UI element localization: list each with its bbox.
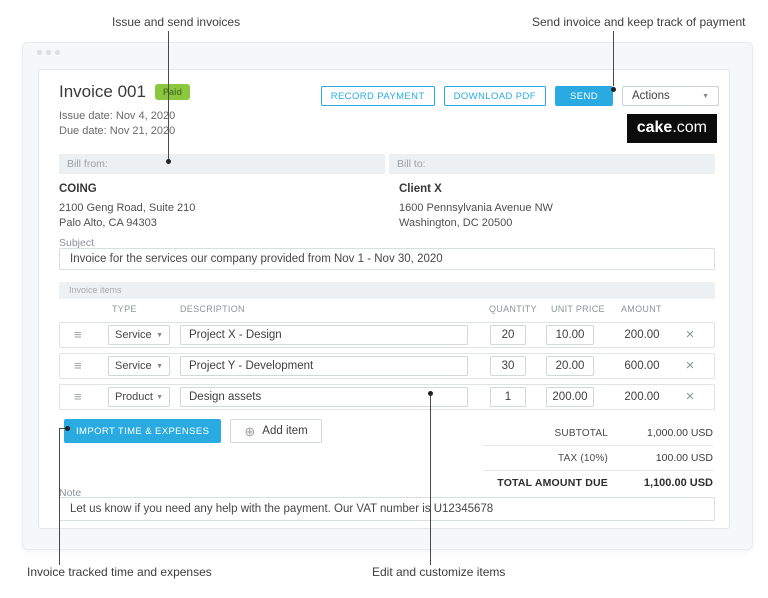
total-due-row: TOTAL AMOUNT DUE 1,100.00 USD — [483, 470, 713, 495]
annotation-line-tracked — [59, 428, 60, 565]
actions-dropdown-label: Actions — [632, 90, 670, 102]
annotation-dot-send — [611, 87, 616, 92]
annotation-tracked-time: Invoice tracked time and expenses — [27, 565, 212, 579]
subtotal-value: 1,000.00 USD — [647, 427, 713, 439]
bill-from-header: Bill from: — [59, 154, 385, 174]
invoice-dates: Issue date: Nov 4, 2020 Due date: Nov 21… — [59, 109, 175, 139]
annotation-dot-tracked — [65, 426, 70, 431]
annotation-line-issue — [168, 31, 169, 159]
item-unit-price-input[interactable]: 200.00 — [546, 387, 594, 407]
column-type: TYPE — [112, 304, 137, 314]
item-type-select[interactable]: Service ▼ — [108, 356, 170, 376]
due-date: Due date: Nov 21, 2020 — [59, 125, 176, 137]
item-type-value: Product — [115, 391, 153, 403]
delete-item-icon[interactable]: × — [682, 389, 698, 404]
logo-domain: .com — [672, 119, 707, 136]
item-amount: 600.00 — [624, 360, 660, 372]
page: Issue and send invoices Send invoice and… — [0, 0, 768, 598]
chevron-down-icon: ▼ — [702, 92, 709, 100]
item-amount: 200.00 — [624, 391, 660, 403]
invoice-header: Invoice 001 Paid — [59, 82, 190, 102]
item-type-value: Service — [115, 329, 152, 341]
window-controls — [37, 50, 60, 55]
item-quantity-input[interactable]: 1 — [490, 387, 526, 407]
item-type-value: Service — [115, 360, 152, 372]
app-window: Invoice 001 Paid Issue date: Nov 4, 2020… — [22, 42, 753, 550]
status-badge: Paid — [154, 84, 190, 100]
item-description-input[interactable]: Project Y - Development — [180, 356, 468, 376]
drag-handle-icon[interactable]: ≡ — [74, 359, 90, 372]
items-actions: IMPORT TIME & EXPENSES ⊕ Add item — [64, 419, 322, 443]
item-unit-price-input[interactable]: 20.00 — [546, 356, 594, 376]
bill-to-header: Bill to: — [389, 154, 715, 174]
brand-logo: cake.com — [626, 114, 717, 143]
annotation-edit-items: Edit and customize items — [372, 565, 506, 579]
column-amount: AMOUNT — [621, 304, 662, 314]
bill-from-address: COING 2100 Geng Road, Suite 210 Palo Alt… — [59, 182, 195, 231]
window-dot-icon — [46, 50, 51, 55]
annotation-send-invoice: Send invoice and keep track of payment — [532, 15, 746, 29]
column-description: DESCRIPTION — [180, 304, 245, 314]
chevron-down-icon: ▼ — [156, 331, 163, 339]
bill-from-line2: Palo Alto, CA 94303 — [59, 217, 157, 229]
totals-section: SUBTOTAL 1,000.00 USD TAX (10%) 100.00 U… — [483, 421, 713, 495]
delete-item-icon[interactable]: × — [682, 327, 698, 342]
add-item-label: Add item — [262, 425, 308, 437]
bill-from-name: COING — [59, 183, 97, 195]
annotation-issue-invoices: Issue and send invoices — [112, 15, 241, 29]
tax-label: TAX (10%) — [558, 452, 608, 464]
bill-to-name: Client X — [399, 183, 442, 195]
note-input[interactable]: Let us know if you need any help with th… — [59, 497, 715, 521]
import-time-expenses-button[interactable]: IMPORT TIME & EXPENSES — [64, 419, 222, 443]
item-description-input[interactable]: Project X - Design — [180, 325, 468, 345]
item-unit-price-input[interactable]: 10.00 — [546, 325, 594, 345]
bill-to-line1: 1600 Pennsylvania Avenue NW — [399, 202, 553, 214]
drag-handle-icon[interactable]: ≡ — [74, 328, 90, 341]
column-quantity: QUANTITY — [489, 304, 537, 314]
page-title: Invoice 001 — [59, 82, 146, 101]
invoice-card: Invoice 001 Paid Issue date: Nov 4, 2020… — [38, 69, 730, 529]
table-row: ≡ Service ▼ Project Y - Development 30 2… — [59, 353, 715, 379]
actions-dropdown[interactable]: Actions ▼ — [622, 86, 719, 106]
delete-item-icon[interactable]: × — [682, 358, 698, 373]
chevron-down-icon: ▼ — [156, 393, 163, 401]
invoice-items-section-label: Invoice items — [59, 282, 715, 299]
items-table-header: TYPE DESCRIPTION QUANTITY UNIT PRICE AMO… — [59, 304, 715, 320]
download-pdf-button[interactable]: DOWNLOAD PDF — [443, 86, 546, 106]
tax-value: 100.00 USD — [655, 452, 713, 464]
header-actions: RECORD PAYMENT DOWNLOAD PDF SEND Actions… — [320, 86, 719, 106]
annotation-dot-edit — [428, 391, 433, 396]
subject-input[interactable]: Invoice for the services our company pro… — [59, 248, 715, 270]
tax-row: TAX (10%) 100.00 USD — [483, 445, 713, 470]
subtotal-row: SUBTOTAL 1,000.00 USD — [483, 421, 713, 445]
window-dot-icon — [55, 50, 60, 55]
window-dot-icon — [37, 50, 42, 55]
total-due-value: 1,100.00 USD — [643, 477, 713, 489]
item-quantity-input[interactable]: 30 — [490, 356, 526, 376]
item-type-select[interactable]: Product ▼ — [108, 387, 170, 407]
column-unit-price: UNIT PRICE — [551, 304, 605, 314]
bill-to-line2: Washington, DC 20500 — [399, 217, 513, 229]
add-item-button[interactable]: ⊕ Add item — [230, 419, 322, 443]
annotation-line-send — [613, 31, 614, 86]
table-row: ≡ Product ▼ Design assets 1 200.00 200.0… — [59, 384, 715, 410]
item-type-select[interactable]: Service ▼ — [108, 325, 170, 345]
total-due-label: TOTAL AMOUNT DUE — [497, 477, 608, 489]
add-circle-icon: ⊕ — [244, 423, 256, 439]
item-description-input[interactable]: Design assets — [180, 387, 468, 407]
annotation-dot-issue — [166, 159, 171, 164]
annotation-line-edit — [430, 396, 431, 565]
table-row: ≡ Service ▼ Project X - Design 20 10.00 … — [59, 322, 715, 348]
subtotal-label: SUBTOTAL — [554, 427, 608, 439]
logo-bold: cake — [636, 119, 673, 136]
drag-handle-icon[interactable]: ≡ — [74, 390, 90, 403]
item-quantity-input[interactable]: 20 — [490, 325, 526, 345]
issue-date: Issue date: Nov 4, 2020 — [59, 110, 176, 122]
record-payment-button[interactable]: RECORD PAYMENT — [320, 86, 435, 106]
send-button[interactable]: SEND — [555, 86, 613, 106]
item-amount: 200.00 — [624, 329, 660, 341]
chevron-down-icon: ▼ — [156, 362, 163, 370]
bill-to-address: Client X 1600 Pennsylvania Avenue NW Was… — [399, 182, 553, 231]
bill-from-line1: 2100 Geng Road, Suite 210 — [59, 202, 196, 214]
